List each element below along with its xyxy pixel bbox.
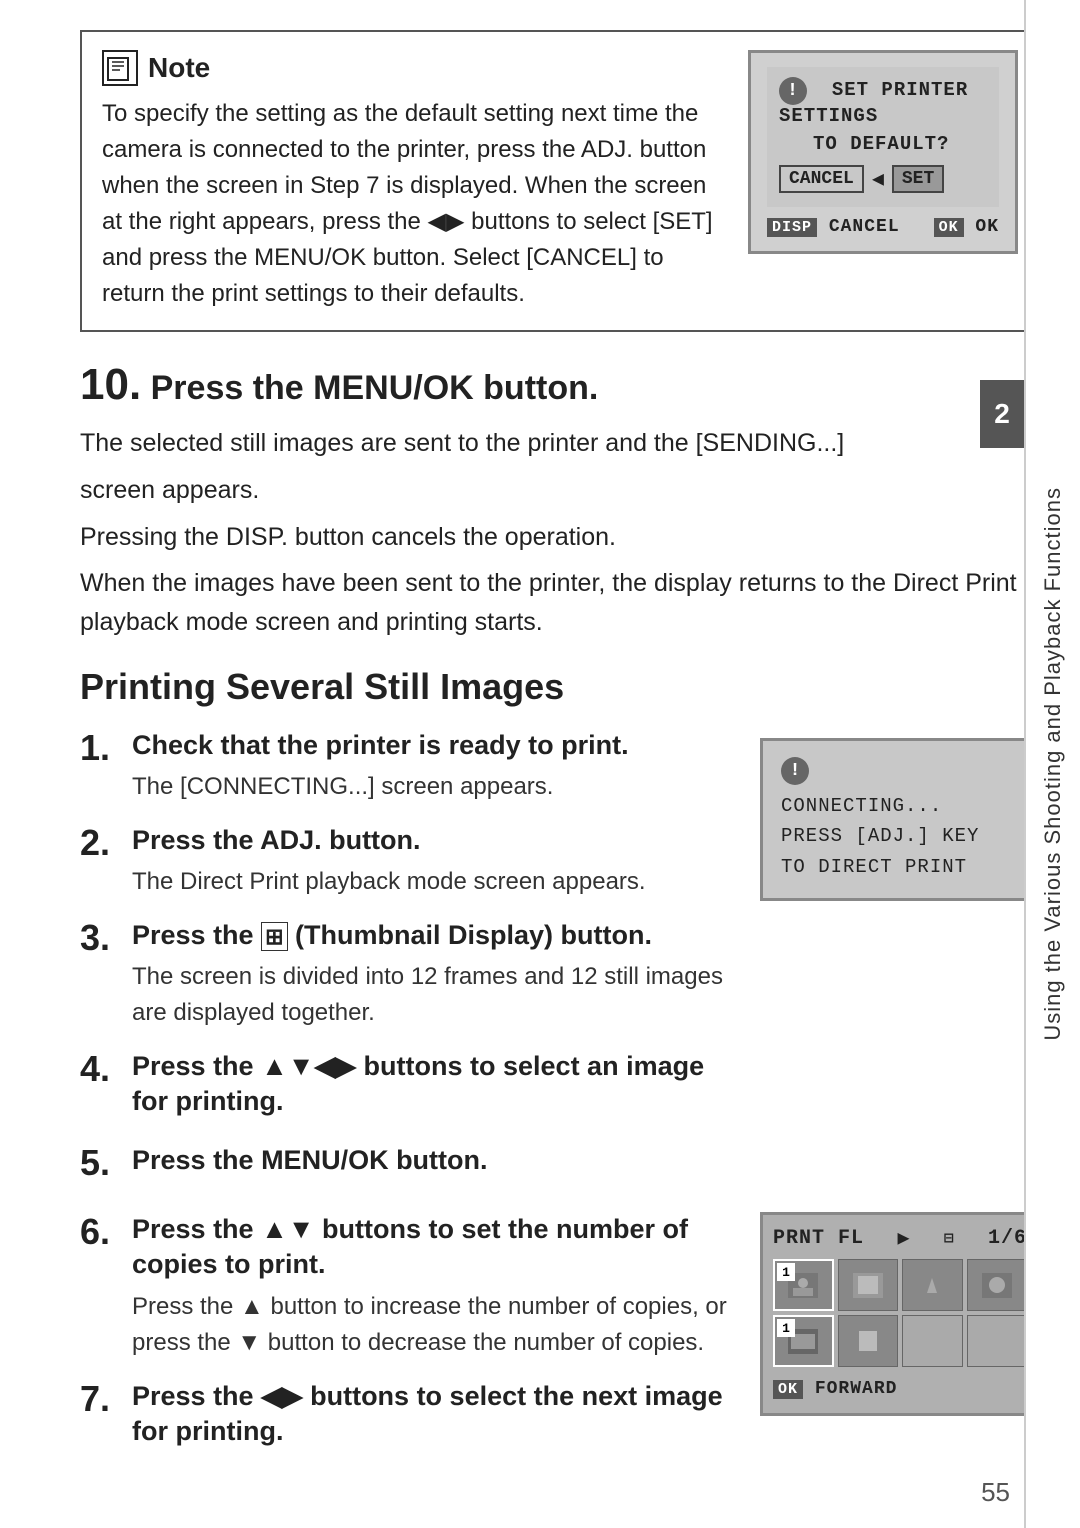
step-1: 1. Check that the printer is ready to pr… (80, 728, 740, 805)
step-6: 6. Press the ▲▼ buttons to set the numbe… (80, 1212, 740, 1360)
step-1-desc: The [CONNECTING...] screen appears. (132, 769, 740, 805)
cancel-label: CANCEL (829, 217, 900, 237)
step-7: 7. Press the ◀▶ buttons to select the ne… (80, 1379, 740, 1455)
step-10-desc3: Pressing the DISP. button cancels the op… (80, 518, 1040, 557)
sidebar: Using the Various Shooting and Playback … (1024, 0, 1080, 1528)
thumb-1: 1 (773, 1259, 834, 1311)
step-2-heading: Press the ADJ. button. (132, 823, 740, 858)
disp-badge: DISP (767, 218, 817, 237)
thumb-3 (902, 1259, 963, 1311)
ok-label: OK (975, 217, 999, 237)
chapter-tab: 2 (980, 380, 1024, 448)
note-label: Note (148, 52, 210, 84)
step-10-heading: 10. Press the MENU/OK button. (80, 360, 1040, 410)
prnt-fl-label: PRNT FL (773, 1227, 864, 1250)
thumb-4 (967, 1259, 1028, 1311)
step-6-heading: Press the ▲▼ buttons to set the number o… (132, 1212, 740, 1282)
step-2-desc: The Direct Print playback mode screen ap… (132, 864, 740, 900)
conn-line3: TO DIRECT PRINT (781, 852, 1019, 882)
page-counter: 1/6 (988, 1227, 1027, 1250)
connecting-alert-icon: ! (781, 757, 809, 785)
set-option: SET (892, 165, 944, 193)
step-1-number: 1. (80, 728, 116, 768)
thumb-6 (838, 1315, 899, 1367)
note-text: To specify the setting as the default se… (102, 96, 728, 312)
thumb-2 (838, 1259, 899, 1311)
step-2: 2. Press the ADJ. button. The Direct Pri… (80, 823, 740, 900)
play-icon: ▶ (897, 1225, 910, 1251)
step-4: 4. Press the ▲▼◀▶ buttons to select an i… (80, 1049, 740, 1125)
print-screen-area: PRNT FL ▶ ⊟ 1/6 1 (760, 1212, 1040, 1416)
step-3-desc: The screen is divided into 12 frames and… (132, 959, 740, 1031)
steps-1-3-area: 1. Check that the printer is ready to pr… (80, 728, 1040, 1203)
step-5-heading: Press the MENU/OK button. (132, 1143, 740, 1178)
thumbnail-grid: 1 1 (773, 1259, 1027, 1367)
thumb-7 (902, 1315, 963, 1367)
arrow-left-icon: ◀ (872, 166, 884, 192)
step-2-number: 2. (80, 823, 116, 863)
step-4-number: 4. (80, 1049, 116, 1089)
note-screen-image: ! SET PRINTER SETTINGS TO DEFAULT? CANCE… (748, 50, 1018, 254)
ok-badge: OK (934, 218, 964, 237)
ok-badge-print: OK (773, 1380, 803, 1399)
cancel-option: CANCEL (779, 165, 864, 193)
alert-icon: ! (779, 77, 807, 105)
conn-line1: CONNECTING... (781, 791, 1019, 821)
step-6-desc1: Press the ▲ button to increase the numbe… (132, 1289, 740, 1361)
step-5: 5. Press the MENU/OK button. (80, 1143, 740, 1184)
step-10-desc1: The selected still images are sent to th… (80, 424, 1040, 463)
thumb-icon: ⊟ (944, 1228, 955, 1248)
step-6-number: 6. (80, 1212, 116, 1252)
step-7-number: 7. (80, 1379, 116, 1419)
forward-label: FORWARD (815, 1379, 898, 1399)
step-7-heading: Press the ◀▶ buttons to select the next … (132, 1379, 740, 1449)
connecting-screen-area: ! CONNECTING... PRESS [ADJ.] KEY TO DIRE… (760, 728, 1040, 901)
step-10-desc2: screen appears. (80, 471, 1040, 510)
note-icon (102, 50, 138, 86)
thumb-5: 1 (773, 1315, 834, 1367)
steps-6-7-area: 6. Press the ▲▼ buttons to set the numbe… (80, 1212, 1040, 1472)
conn-line2: PRESS [ADJ.] KEY (781, 821, 1019, 851)
sidebar-text: Using the Various Shooting and Playback … (1040, 487, 1066, 1041)
step-4-heading: Press the ▲▼◀▶ buttons to select an imag… (132, 1049, 740, 1119)
step-1-heading: Check that the printer is ready to print… (132, 728, 740, 763)
step-10-desc4: When the images have been sent to the pr… (80, 564, 1040, 642)
section-title: Printing Several Still Images (80, 666, 1040, 708)
step-3-number: 3. (80, 918, 116, 958)
note-box: Note To specify the setting as the defau… (80, 30, 1040, 332)
step-3-heading: Press the ⊞ (Thumbnail Display) button. (132, 918, 740, 953)
print-footer: OK FORWARD (773, 1375, 1027, 1403)
step-3: 3. Press the ⊞ (Thumbnail Display) butto… (80, 918, 740, 1031)
page-number: 55 (981, 1477, 1010, 1508)
thumb-8 (967, 1315, 1028, 1367)
arrow-icon: ◀▶ (428, 208, 472, 235)
print-screen: PRNT FL ▶ ⊟ 1/6 1 (760, 1212, 1040, 1416)
step-5-number: 5. (80, 1143, 116, 1183)
screen1-title2: TO DEFAULT? (779, 133, 987, 155)
screen1-title: ! SET PRINTER SETTINGS (779, 77, 987, 127)
connecting-screen: ! CONNECTING... PRESS [ADJ.] KEY TO DIRE… (760, 738, 1040, 901)
